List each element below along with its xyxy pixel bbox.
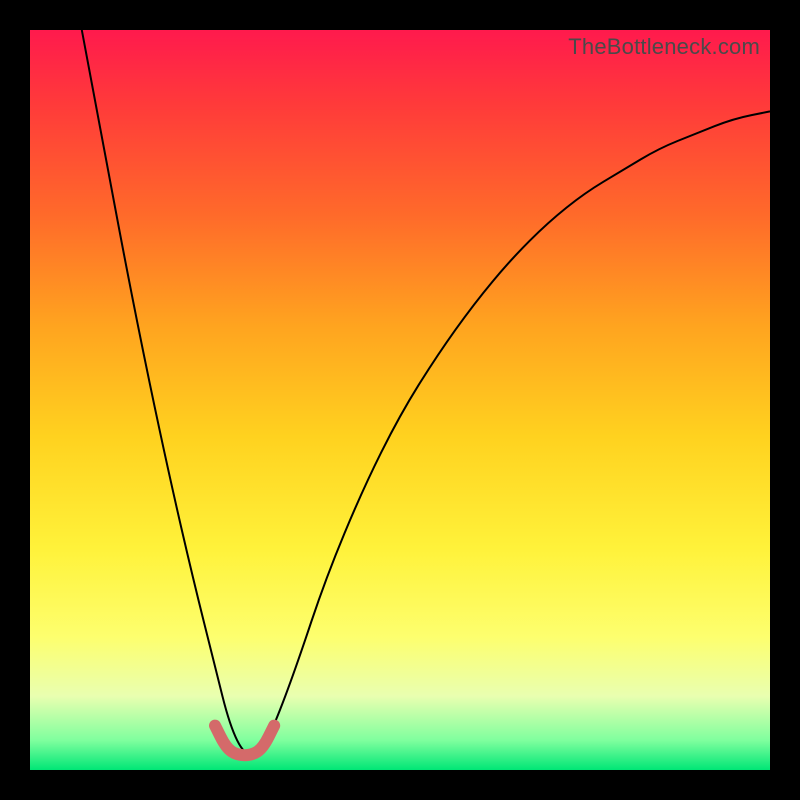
curve-svg [30,30,770,770]
plot-area: TheBottleneck.com [30,30,770,770]
bottleneck-curve [82,30,770,755]
optimal-zone-marker [215,726,274,756]
chart-container: TheBottleneck.com [0,0,800,800]
